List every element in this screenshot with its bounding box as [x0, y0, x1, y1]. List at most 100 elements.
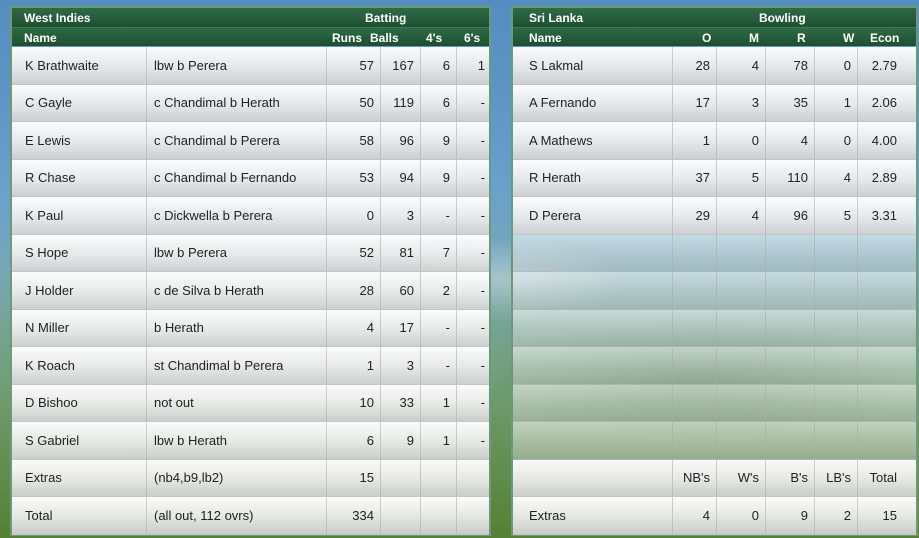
- empty-cell: [421, 459, 457, 496]
- empty-cell: [858, 235, 903, 272]
- empty-cell: [673, 234, 717, 271]
- batting-scorecard-panel: West Indies Batting Name Runs Balls 4's …: [10, 6, 491, 536]
- empty-cell: [381, 459, 421, 496]
- b-header: B's: [766, 459, 815, 496]
- runs-value: 28: [327, 272, 381, 309]
- empty-cell: [858, 347, 903, 384]
- extras-label: Extras: [12, 459, 147, 496]
- sixes-value: -: [480, 357, 485, 373]
- batter-name: C Gayle: [12, 84, 147, 121]
- batter-name: K Paul: [12, 197, 147, 234]
- empty-cell: [513, 234, 673, 271]
- batting-total-row: Total (all out, 112 ovrs) 334: [12, 497, 489, 535]
- batter-name: R Chase: [12, 159, 147, 196]
- empty-cell: [766, 384, 815, 421]
- balls-value: 3: [381, 197, 421, 234]
- dismissal-text: st Chandimal b Perera: [147, 347, 327, 384]
- bowling-row: D Perera 29 4 96 5 3.31: [513, 197, 916, 235]
- fours-value: 7: [421, 234, 457, 271]
- bowling-empty-row: [513, 384, 916, 422]
- balls-value: 9: [381, 422, 421, 459]
- sixes-value: -: [480, 132, 485, 148]
- balls-value: 94: [381, 159, 421, 196]
- empty-cell: [815, 422, 858, 459]
- runs-value: 35: [766, 84, 815, 121]
- bowler-name: S Lakmal: [513, 47, 673, 84]
- col-balls-header: Balls: [370, 31, 399, 45]
- total-label: Total: [12, 497, 147, 534]
- batting-row: K Paul c Dickwella b Perera 0 3- -: [12, 197, 489, 235]
- empty-cell: [717, 234, 766, 271]
- col-name-header: Name: [529, 31, 562, 45]
- balls-value: 81: [381, 234, 421, 271]
- runs-value: 52: [327, 234, 381, 271]
- dismissal-text: c Dickwella b Perera: [147, 197, 327, 234]
- batting-rows: K Brathwaite lbw b Perera 57 167 6 1 C Gayle c …: [12, 47, 489, 535]
- runs-value: 50: [327, 84, 381, 121]
- bowling-empty-row: [513, 272, 916, 310]
- fours-value: 1: [421, 384, 457, 421]
- batter-name: D Bishoo: [12, 384, 147, 421]
- balls-value: 17: [381, 309, 421, 346]
- batter-name: J Holder: [12, 272, 147, 309]
- balls-value: 3: [381, 347, 421, 384]
- batting-title-bar: West Indies Batting: [12, 8, 489, 27]
- empty-cell: [717, 347, 766, 384]
- dismissal-text: c Chandimal b Perera: [147, 122, 327, 159]
- dismissal-text: c Chandimal b Fernando: [147, 159, 327, 196]
- wickets-value: 5: [815, 197, 858, 234]
- runs-value: 78: [766, 47, 815, 84]
- balls-value: 119: [381, 84, 421, 121]
- col-overs-header: O: [702, 31, 712, 45]
- batter-name: K Roach: [12, 347, 147, 384]
- overs-value: 28: [673, 47, 717, 84]
- empty-cell: [815, 234, 858, 271]
- b-value: 9: [766, 497, 815, 534]
- w-value: 0: [717, 497, 766, 534]
- fours-value: 1: [421, 422, 457, 459]
- fours-value: 9: [421, 159, 457, 196]
- lb-header: LB's: [815, 459, 858, 496]
- empty-cell: [513, 384, 673, 421]
- nb-header: NB's: [673, 459, 717, 496]
- extras-label: Extras: [513, 497, 673, 534]
- wickets-value: 0: [815, 122, 858, 159]
- empty-cell: [766, 309, 815, 346]
- empty-cell: [766, 347, 815, 384]
- econ-value: 3.31: [871, 207, 897, 223]
- overs-value: 17: [673, 84, 717, 121]
- empty-cell: [673, 272, 717, 309]
- empty-cell: [717, 309, 766, 346]
- empty-cell: [815, 309, 858, 346]
- runs-value: 57: [327, 47, 381, 84]
- empty-cell: [766, 272, 815, 309]
- batter-name: S Gabriel: [12, 422, 147, 459]
- batting-row: C Gayle c Chandimal b Herath 50 119 6 -: [12, 84, 489, 122]
- empty-cell: [673, 384, 717, 421]
- fours-value: 6: [421, 84, 457, 121]
- bowling-section-title: Bowling: [759, 11, 806, 25]
- batting-row: D Bishoo not out 10 33 1 -: [12, 384, 489, 422]
- total-header: Total: [869, 470, 897, 486]
- empty-cell: [858, 272, 903, 309]
- batting-row: R Chase c Chandimal b Fernando 53 94 9 -: [12, 159, 489, 197]
- fours-value: -: [421, 309, 457, 346]
- bowler-name: D Perera: [513, 197, 673, 234]
- col-runs-header: R: [797, 31, 806, 45]
- runs-value: 0: [327, 197, 381, 234]
- bowling-row: R Herath 37 5 110 4 2.89: [513, 159, 916, 197]
- overs-value: 29: [673, 197, 717, 234]
- empty-cell: [421, 497, 457, 534]
- empty-cell: [858, 310, 903, 347]
- batting-column-headers: Name Runs Balls 4's 6's: [12, 27, 489, 46]
- empty-cell: [673, 422, 717, 459]
- w-header: W's: [717, 459, 766, 496]
- dismissal-text: c de Silva b Herath: [147, 272, 327, 309]
- maidens-value: 4: [717, 47, 766, 84]
- col-sixes-header: 6's: [464, 31, 481, 45]
- batting-row: S Hope lbw b Perera 52 81 7 -: [12, 234, 489, 272]
- batter-name: E Lewis: [12, 122, 147, 159]
- bowler-name: A Mathews: [513, 122, 673, 159]
- maidens-value: 5: [717, 159, 766, 196]
- extras-value: 15: [327, 459, 381, 496]
